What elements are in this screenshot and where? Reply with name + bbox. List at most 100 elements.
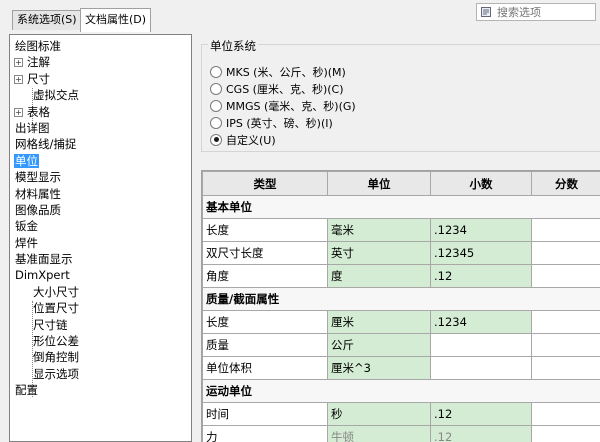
cell-unit[interactable]: 厘米	[327, 310, 431, 334]
radio-label: MKS (米、公斤、秒)(M)	[226, 65, 346, 79]
tab-document-properties[interactable]: 文档属性(D)	[80, 8, 152, 32]
cell-unit[interactable]: 公斤	[327, 333, 431, 357]
grid-header-row: 类型 单位 小数 分数	[202, 171, 600, 196]
cell-unit[interactable]: 厘米^3	[327, 356, 431, 380]
tree-item[interactable]: 图像品质	[10, 202, 191, 218]
section-title: 运动单位	[202, 379, 600, 403]
cell-decimal[interactable]	[430, 333, 532, 357]
unit-system-legend: 单位系统	[208, 38, 258, 54]
expand-plus-icon[interactable]: +	[14, 58, 23, 68]
expand-plus-icon[interactable]: +	[14, 107, 23, 117]
units-grid: 类型 单位 小数 分数 基本单位 长度 毫米 .1234 双尺寸长度 英寸 .12345 角度…	[201, 170, 600, 442]
cell-fraction[interactable]	[531, 402, 600, 426]
cell-unit[interactable]: 度	[327, 264, 431, 288]
radio-circle[interactable]	[210, 82, 222, 95]
tree-item-label: 倒角控制	[33, 350, 79, 365]
tree-item[interactable]: 尺寸链	[10, 317, 191, 333]
grid-row: 双尺寸长度 英寸 .12345	[202, 241, 600, 265]
tree-item[interactable]: + 注解	[10, 54, 191, 70]
radio-circle[interactable]	[210, 133, 222, 146]
radio-label: MMGS (毫米、克、秒)(G)	[226, 99, 356, 113]
grid-section-row: 基本单位	[202, 195, 600, 219]
tree-item[interactable]: 模型显示	[10, 169, 191, 185]
tree-item[interactable]: 钣金	[10, 218, 191, 234]
radio-circle[interactable]	[210, 99, 222, 112]
section-title: 质量/截面属性	[202, 287, 600, 311]
tree-item[interactable]: + 尺寸	[10, 71, 191, 87]
radio-circle[interactable]	[210, 116, 222, 129]
radio-mmgs[interactable]: MMGS (毫米、克、秒)(G)	[210, 97, 356, 114]
search-input[interactable]	[497, 5, 587, 19]
cell-decimal[interactable]: .12	[430, 264, 532, 288]
grid-row: 时间秒 .12	[202, 402, 600, 426]
tree-item[interactable]: + 表格	[10, 104, 191, 120]
radio-custom[interactable]: 自定义(U)	[210, 131, 276, 148]
grid-row: 单位体积 厘米^3	[202, 356, 600, 380]
cell-fraction[interactable]	[531, 356, 600, 380]
radio-ips[interactable]: IPS (英寸、磅、秒)(I)	[210, 114, 333, 131]
cell-fraction[interactable]	[531, 241, 600, 265]
tree-item-label: 位置尺寸	[33, 301, 79, 316]
cell-fraction[interactable]	[531, 333, 600, 357]
tree-item[interactable]: 焊件	[10, 235, 191, 251]
tree-item[interactable]: 倒角控制	[10, 349, 191, 365]
cell-decimal[interactable]: .12	[430, 402, 532, 426]
grid-row: 长度 毫米 .1234	[202, 218, 600, 242]
cell-decimal[interactable]	[430, 356, 532, 380]
tree-item-label: 显示选项	[33, 366, 79, 381]
tree-item-label: 形位公差	[33, 334, 79, 349]
column-header-decimal: 小数	[430, 171, 532, 196]
cell-fraction[interactable]	[531, 264, 600, 288]
cell-decimal[interactable]: .12345	[430, 241, 532, 265]
cell-decimal[interactable]: .1234	[430, 310, 532, 334]
cell-type: 力	[202, 425, 328, 442]
cell-type: 长度	[202, 310, 328, 334]
column-header-type: 类型	[202, 171, 328, 196]
tree-item-label: 出详图	[15, 120, 50, 135]
expand-plus-icon[interactable]: +	[14, 74, 23, 84]
tree-item-label: 尺寸	[27, 71, 50, 86]
tree-item-label: 焊件	[15, 235, 38, 250]
cell-decimal[interactable]: .12	[430, 425, 532, 442]
tree-item[interactable]: 配置	[10, 382, 191, 398]
radio-cgs[interactable]: CGS (厘米、克、秒)(C)	[210, 80, 344, 97]
tree-item-label: 注解	[27, 55, 50, 70]
tree-item[interactable]: 大小尺寸	[10, 284, 191, 300]
unit-system-group: 单位系统 MKS (米、公斤、秒)(M) CGS (厘米、克、秒)(C) MMG…	[201, 38, 600, 152]
cell-fraction[interactable]	[531, 425, 600, 442]
tree-item[interactable]: 显示选项	[10, 366, 191, 382]
radio-mks[interactable]: MKS (米、公斤、秒)(M)	[210, 63, 346, 80]
cell-unit[interactable]: 毫米	[327, 218, 431, 242]
search-box[interactable]	[476, 3, 596, 21]
cell-unit[interactable]: 英寸	[327, 241, 431, 265]
tree-item-label: 配置	[15, 383, 38, 398]
tree-item[interactable]: 形位公差	[10, 333, 191, 349]
tree-item-label: 绘图标准	[15, 39, 61, 53]
tab-label: 文档属性(D)	[85, 13, 147, 26]
tab-label: 系统选项(S)	[17, 13, 77, 26]
tree-item-label: 尺寸链	[33, 317, 68, 332]
tree-item[interactable]: 材料属性	[10, 186, 191, 202]
tree-item[interactable]: 网格线/捕捉	[10, 136, 191, 152]
tree-item-label: 大小尺寸	[33, 284, 79, 299]
tree-item[interactable]: 单位	[10, 153, 191, 169]
tree-item[interactable]: 绘图标准	[10, 38, 191, 54]
radio-circle[interactable]	[210, 65, 222, 78]
tree-item-label: 材料属性	[15, 186, 61, 201]
tab-system-options[interactable]: 系统选项(S)	[12, 10, 82, 30]
radio-label: CGS (厘米、克、秒)(C)	[226, 82, 344, 96]
tree-item-label: 虚拟交点	[33, 88, 79, 103]
cell-unit[interactable]: 秒	[327, 402, 431, 426]
tree-item-label: 钣金	[15, 219, 38, 234]
tree-item-label: 基准面显示	[15, 252, 73, 267]
tree-item[interactable]: 位置尺寸	[10, 300, 191, 316]
tree-item[interactable]: 出详图	[10, 120, 191, 136]
cell-fraction[interactable]	[531, 218, 600, 242]
tree-item[interactable]: 虚拟交点	[10, 87, 191, 103]
search-options-icon	[481, 7, 491, 17]
tree-item[interactable]: 基准面显示	[10, 251, 191, 267]
cell-fraction[interactable]	[531, 310, 600, 334]
tree-item[interactable]: DimXpert	[10, 267, 191, 283]
cell-decimal[interactable]: .1234	[430, 218, 532, 242]
cell-unit[interactable]: 牛顿	[327, 425, 431, 442]
